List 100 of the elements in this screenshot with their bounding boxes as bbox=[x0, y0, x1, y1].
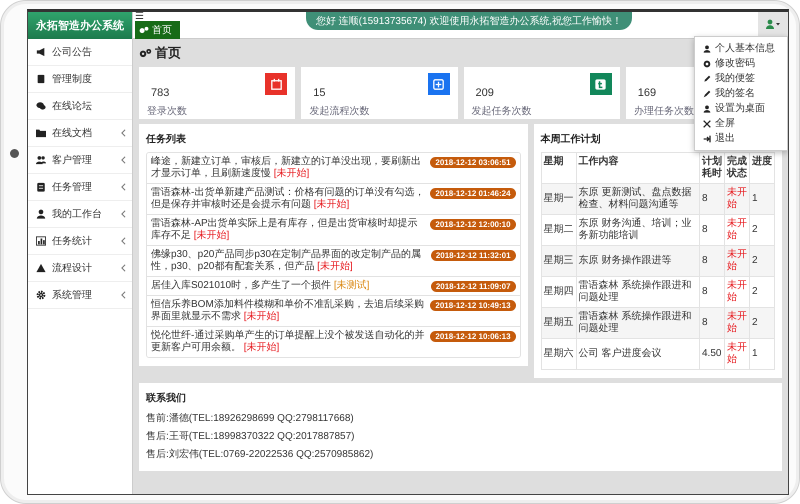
task-item[interactable]: 雷语森林-出货单新建产品测试：价格有问题的订单没有勾选，但是保存并审核时还是会提示有问题 [未开始] 2018-12-12 01:46:24 bbox=[147, 184, 520, 215]
table-cell: 8 bbox=[700, 246, 724, 276]
table-cell: 4.50 bbox=[700, 338, 724, 370]
task-item[interactable]: 峰途，新建立订单，审核后，新建立的订单没出现，要刷新出才显示订单，且刷新速度慢 [未开始] 2018-12-12 03:06:51 bbox=[147, 153, 520, 184]
table-cell: 东原 财务操作跟进等 bbox=[576, 246, 700, 276]
chart-icon bbox=[36, 236, 46, 246]
sidebar-item[interactable]: 在线文档 bbox=[28, 120, 132, 147]
status-cell: 未开始 bbox=[724, 308, 750, 338]
gears-icon bbox=[139, 26, 149, 34]
menu-item[interactable]: 退出 bbox=[694, 131, 787, 146]
contact-line: 售后:刘宏伟(TEL:0769-22022536 QQ:2570985862) bbox=[146, 448, 374, 461]
folder-icon bbox=[36, 128, 46, 138]
triangle-icon bbox=[36, 263, 46, 273]
task-item[interactable]: 恒信乐养BOM添加料件模糊和单价不准乱采购，去追后续采购界面里就显示不需求 [未开始] 2018-12-12 10:49:13 bbox=[147, 296, 520, 327]
sidebar-item[interactable]: 管理制度 bbox=[28, 66, 132, 93]
sidebar-item[interactable]: 任务统计 bbox=[28, 228, 132, 255]
task-text: 雷语森林-出货单新建产品测试：价格有问题的订单没有勾选，但是保存并审核时还是会提示有问题 [未开始] bbox=[151, 187, 426, 211]
menu-item[interactable]: 我的签名 bbox=[694, 86, 787, 101]
panel-title: 联系我们 bbox=[146, 392, 186, 405]
task-text: 峰途，新建立订单，审核后，新建立的订单没出现，要刷新出才显示订单，且刷新速度慢 [未开始] bbox=[151, 156, 422, 180]
stat-label: 发起流程次数 bbox=[309, 104, 370, 118]
chat-icon bbox=[36, 101, 46, 111]
task-text: 悦伦世纤-通过采购单产生的订单提醒上没个被发送自动化的并更新客户可用余额。 [未开始] bbox=[151, 330, 426, 354]
table-cell: 2 bbox=[750, 308, 774, 338]
status-cell: 未开始 bbox=[724, 338, 750, 370]
panel-title: 本周工作计划 bbox=[540, 132, 601, 146]
sidebar-item[interactable]: 我的工作台 bbox=[28, 201, 132, 228]
users-icon bbox=[36, 155, 46, 165]
megaphone-icon bbox=[36, 47, 46, 57]
sign-out-icon bbox=[702, 134, 711, 142]
status-cell: 未开始 bbox=[724, 246, 750, 276]
table-cell: 8 bbox=[700, 184, 724, 214]
task-item[interactable]: 雷语森林-AP出货单实际上是有库存，但是出货审核时却提示库存不足 [未开始] 2018-12-12 12:00:10 bbox=[147, 215, 520, 246]
user-icon bbox=[702, 44, 711, 52]
table-cell: 2 bbox=[750, 246, 774, 276]
calendar-icon bbox=[268, 76, 284, 92]
caret-icon bbox=[776, 22, 780, 26]
date-badge: 2018-12-12 11:32:01 bbox=[430, 250, 516, 261]
app-title: 永拓智造办公系统 bbox=[28, 12, 132, 39]
table-cell: 星期一 bbox=[541, 184, 576, 214]
table-cell: 1 bbox=[750, 338, 774, 370]
home-button[interactable] bbox=[10, 149, 18, 158]
date-badge: 2018-12-12 10:06:13 bbox=[430, 331, 516, 342]
date-badge: 2018-12-12 12:00:10 bbox=[430, 219, 516, 230]
menu-item[interactable]: 我的便签 bbox=[694, 71, 787, 86]
sidebar-item[interactable]: 系统管理 bbox=[28, 282, 132, 309]
stat-value: 169 bbox=[636, 87, 658, 99]
sidebar-item[interactable]: 在线论坛 bbox=[28, 93, 132, 120]
stat-label: 办理任务次数 bbox=[634, 104, 694, 118]
table-cell: 8 bbox=[700, 308, 724, 338]
user-icon bbox=[766, 19, 774, 29]
task-item[interactable]: 居佳入库S021010时，多产生了一个损件 [未测试] 2018-12-12 11:09:07 bbox=[147, 277, 520, 296]
menu-item[interactable]: 个人基本信息 bbox=[694, 41, 787, 56]
user-icon bbox=[36, 209, 46, 219]
stat-value: 15 bbox=[312, 87, 326, 99]
table-cell: 公司 客户进度会议 bbox=[576, 338, 700, 370]
status-cell: 未开始 bbox=[724, 184, 750, 214]
date-badge: 2018-12-12 10:49:13 bbox=[430, 300, 516, 311]
gears-icon bbox=[139, 48, 152, 58]
table-cell: 东原 更新测试、盘点数据检查、材料问题沟通等 bbox=[576, 184, 700, 214]
clipboard-icon bbox=[36, 182, 46, 192]
stat-label: 发起任务次数 bbox=[472, 104, 532, 118]
date-badge: 2018-12-12 03:06:51 bbox=[430, 157, 516, 168]
page-title: 首页 bbox=[155, 44, 181, 62]
sidebar-item[interactable]: 任务管理 bbox=[28, 174, 132, 201]
date-badge: 2018-12-12 01:46:24 bbox=[430, 188, 516, 199]
menu-item[interactable]: 设置为桌面 bbox=[694, 101, 787, 116]
sidebar-item[interactable]: 客户管理 bbox=[28, 147, 132, 174]
breadcrumb-tab[interactable]: 首页 bbox=[135, 21, 180, 39]
task-text: 居佳入库S021010时，多产生了一个损件 [未测试] bbox=[151, 280, 370, 292]
contact-line: 售前:潘德(TEL:18926298699 QQ:2798117668) bbox=[146, 412, 355, 425]
table-cell: 星期五 bbox=[541, 308, 576, 338]
welcome-banner: 您好 连顺(15913735674) 欢迎使用永拓智造办公系统,祝您工作愉快！ bbox=[306, 12, 632, 30]
panel-title: 任务列表 bbox=[146, 132, 186, 146]
task-item[interactable]: 佛缘p30、p20产品同步p30在定制产品界面的改定制产品的属性，p30、p20都有配套关系，但产品 [未开始] 2018-12-12 11:32:01 bbox=[147, 246, 520, 277]
task-text: 佛缘p30、p20产品同步p30在定制产品界面的改定制产品的属性，p30、p20都有配套关系，但产品 [未开始] bbox=[151, 249, 422, 273]
menu-icon[interactable]: ☰ bbox=[135, 12, 147, 21]
date-badge: 2018-12-12 11:09:07 bbox=[430, 281, 516, 292]
table-cell: 1 bbox=[750, 184, 774, 214]
user-menu-button[interactable] bbox=[758, 12, 788, 36]
sidebar-item[interactable]: 流程设计 bbox=[28, 255, 132, 282]
sidebar-item[interactable]: 公司公告 bbox=[28, 39, 132, 66]
pen-icon bbox=[702, 90, 711, 98]
menu-item[interactable]: 全屏 bbox=[694, 116, 787, 131]
task-item[interactable]: 悦伦世纤-通过采购单产生的订单提醒上没个被发送自动化的并更新客户可用余额。 [未开始] 2018-12-12 10:06:13 bbox=[147, 327, 520, 357]
table-cell: 雷语森林 系统操作跟进和问题处理 bbox=[576, 308, 700, 338]
pencil-icon bbox=[702, 74, 711, 82]
task-text: 雷语森林-AP出货单实际上是有库存，但是出货审核时却提示库存不足 [未开始] bbox=[151, 218, 419, 242]
plus-square-icon bbox=[431, 76, 446, 92]
task-text: 恒信乐养BOM添加料件模糊和单价不准乱采购，去追后续采购界面里就显示不需求 [未开始] bbox=[151, 299, 425, 323]
stat-value: 209 bbox=[474, 87, 495, 99]
table-cell: 星期六 bbox=[541, 338, 576, 370]
stat-value: 783 bbox=[150, 87, 170, 99]
contact-line: 售后:王哥(TEL:18998370322 QQ:2017887857) bbox=[146, 430, 356, 443]
book-icon bbox=[36, 74, 46, 84]
header-cell: 星期 bbox=[541, 152, 576, 184]
table-cell: 星期三 bbox=[541, 246, 576, 276]
menu-item[interactable]: 修改密码 bbox=[694, 56, 787, 71]
stat-label: 登录次数 bbox=[147, 105, 187, 118]
user-icon bbox=[702, 104, 711, 112]
